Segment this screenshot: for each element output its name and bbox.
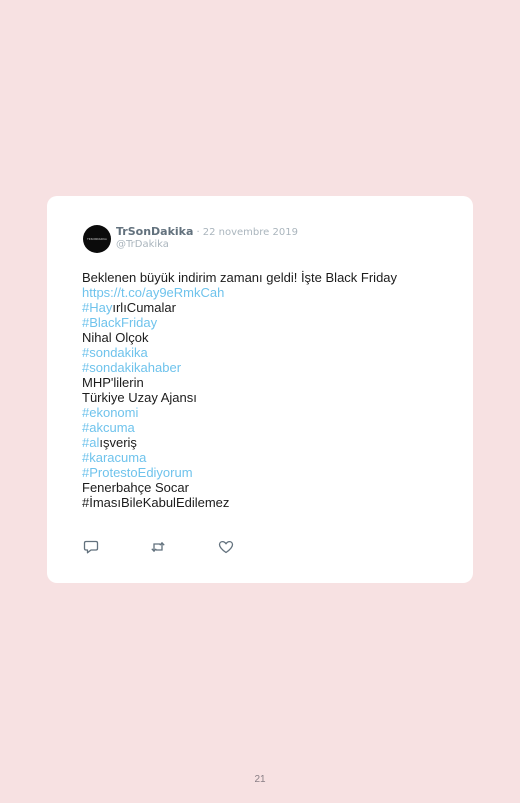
hashtag-link[interactable]: #al: [82, 435, 99, 450]
tweet-text-segment: #İmasıBileKabulEdilemez: [82, 495, 230, 510]
hashtag-link[interactable]: #akcuma: [82, 420, 135, 435]
avatar-logo-text: TRSONDAKIKA: [87, 237, 107, 241]
tweet-text-segment: ışveriş: [99, 435, 137, 450]
avatar[interactable]: TRSONDAKIKA: [83, 225, 111, 253]
tweet-actions: [83, 539, 243, 555]
tweet-line: #sondakikahaber: [82, 360, 452, 375]
tweet-line: #akcuma: [82, 420, 452, 435]
retweet-icon[interactable]: [150, 539, 166, 555]
tweet-line: #ProtestoEdiyorum: [82, 465, 452, 480]
author-handle[interactable]: @TrDakika: [116, 239, 169, 250]
tweet-line: #ekonomi: [82, 405, 452, 420]
tweet-line: Türkiye Uzay Ajansı: [82, 390, 452, 405]
author-name[interactable]: TrSonDakika: [116, 225, 193, 238]
hashtag-link[interactable]: #sondakikahaber: [82, 360, 181, 375]
header-separator: ·: [196, 227, 200, 238]
tweet-date[interactable]: 22 novembre 2019: [203, 227, 298, 238]
tweet-text-segment: MHP'lilerin: [82, 375, 144, 390]
tweet-line: #BlackFriday: [82, 315, 452, 330]
hashtag-link[interactable]: #ekonomi: [82, 405, 138, 420]
hashtag-link[interactable]: #BlackFriday: [82, 315, 157, 330]
tweet-line: Beklenen büyük indirim zamanı geldi! İşt…: [82, 270, 452, 285]
tweet-line: #karacuma: [82, 450, 452, 465]
tweet-text-segment: Beklenen büyük indirim zamanı geldi! İşt…: [82, 270, 398, 285]
tweet-line: MHP'lilerin: [82, 375, 452, 390]
tweet-text-segment: Fenerbahçe Socar: [82, 480, 189, 495]
hashtag-link[interactable]: #Hay: [82, 300, 112, 315]
like-icon[interactable]: [218, 539, 234, 555]
tweet-line: #sondakika: [82, 345, 452, 360]
tweet-line: #HayırlıCumalar: [82, 300, 452, 315]
tweet-line: #İmasıBileKabulEdilemez: [82, 495, 452, 510]
tweet-line: Fenerbahçe Socar: [82, 480, 452, 495]
hashtag-link[interactable]: #ProtestoEdiyorum: [82, 465, 193, 480]
tweet-header: TrSonDakika · 22 novembre 2019: [116, 225, 298, 240]
tweet-line: Nihal Olçok: [82, 330, 452, 345]
tweet-line: https://t.co/ay9eRmkCah: [82, 285, 452, 300]
tweet-text: Beklenen büyük indirim zamanı geldi! İşt…: [82, 270, 452, 510]
tweet-link[interactable]: https://t.co/ay9eRmkCah: [82, 285, 224, 300]
tweet-line: #alışveriş: [82, 435, 452, 450]
hashtag-link[interactable]: #karacuma: [82, 450, 146, 465]
tweet-card: TRSONDAKIKA TrSonDakika · 22 novembre 20…: [47, 196, 473, 583]
page-number: 21: [254, 774, 266, 785]
tweet-text-segment: ırlıCumalar: [112, 300, 176, 315]
reply-icon[interactable]: [83, 539, 99, 555]
hashtag-link[interactable]: #sondakika: [82, 345, 148, 360]
tweet-text-segment: Nihal Olçok: [82, 330, 149, 345]
tweet-text-segment: Türkiye Uzay Ajansı: [82, 390, 197, 405]
